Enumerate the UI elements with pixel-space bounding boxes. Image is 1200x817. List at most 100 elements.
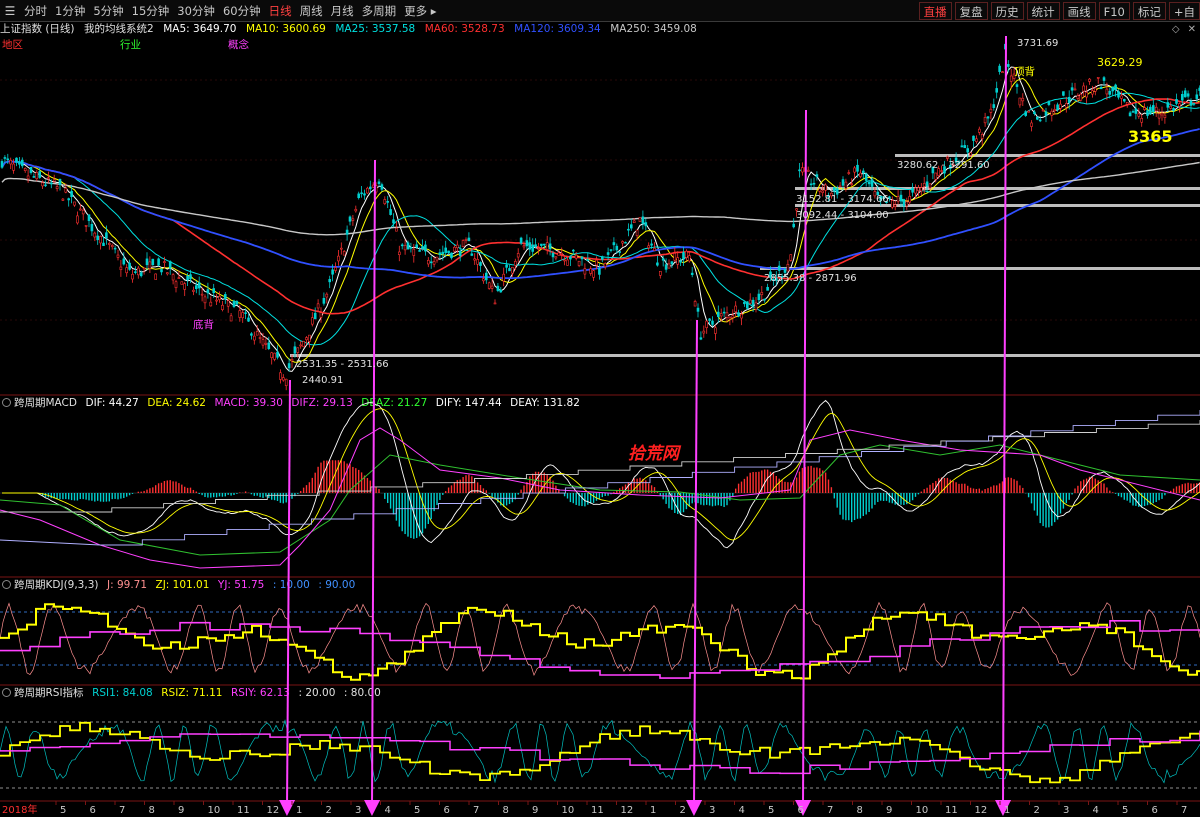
signal-arrow (364, 159, 381, 816)
candle-body (928, 183, 932, 189)
candle-body (389, 209, 392, 215)
candle-body (812, 182, 816, 185)
candle-body (110, 244, 114, 248)
settings-icon[interactable]: ◇ (1172, 24, 1180, 35)
close-icon[interactable]: ✕ (1188, 24, 1196, 35)
stats-button[interactable]: 统计 (1026, 2, 1060, 20)
candle-body (493, 302, 497, 305)
candle-body (99, 236, 102, 244)
kdj-title[interactable]: 跨周期KDJ(9,3,3) (14, 579, 98, 591)
candle-body (3, 157, 7, 159)
tab-5min[interactable]: 5分钟 (89, 2, 127, 20)
candle-body (128, 262, 131, 270)
macd-header: 跨周期MACD DIF: 44.27 DEA: 24.62 MACD: 39.3… (0, 396, 1000, 410)
candle-body (47, 177, 50, 180)
rsi-title[interactable]: 跨周期RSI指标 (14, 687, 84, 699)
candle-body (113, 247, 117, 250)
candle-body (284, 378, 288, 386)
candle-body (119, 266, 123, 271)
x-axis-month-label: 1 (650, 805, 656, 816)
candle-body (1140, 118, 1143, 123)
candle-body (983, 117, 987, 124)
candle-body (0, 161, 4, 168)
candle-body (26, 175, 30, 180)
gear-icon[interactable] (2, 580, 11, 589)
gear-icon[interactable] (2, 688, 11, 697)
candle-body (1114, 84, 1117, 91)
tab-multi-period[interactable]: 多周期 (358, 2, 401, 20)
candle-body (554, 256, 558, 259)
tab-fenshi[interactable]: 分时 (20, 2, 51, 20)
tag-region[interactable]: 地区 (2, 38, 23, 52)
index-name[interactable]: 上证指数 (日线) (0, 23, 75, 35)
tab-daily[interactable]: 日线 (265, 2, 296, 20)
candle-body (505, 264, 508, 268)
tag-industry[interactable]: 行业 (120, 38, 141, 52)
tag-concept[interactable]: 概念 (228, 38, 249, 52)
candle-body (429, 261, 433, 264)
candle-body (951, 164, 955, 166)
candle-body (885, 200, 888, 203)
x-axis-month-label: 10 (208, 805, 221, 816)
draw-line-button[interactable]: 画线 (1062, 2, 1096, 20)
candle-body (899, 194, 903, 202)
candle-body (366, 187, 369, 194)
ma120-value: MA120: 3609.34 (514, 23, 601, 35)
candle-body (342, 251, 346, 256)
tab-more[interactable]: 更多 ▸ (400, 2, 440, 20)
watermark: 拾荒网 (628, 444, 682, 464)
candle-body (116, 254, 120, 258)
candle-body (467, 237, 471, 242)
candle-body (470, 253, 474, 256)
candle-body (261, 339, 265, 346)
tab-weekly[interactable]: 周线 (296, 2, 327, 20)
mark-button[interactable]: 标记 (1132, 2, 1166, 20)
tab-15min[interactable]: 15分钟 (128, 2, 174, 20)
tab-monthly[interactable]: 月线 (327, 2, 358, 20)
candle-body (571, 249, 575, 252)
candle-body (827, 195, 830, 198)
candle-body (81, 209, 85, 215)
candle-body (6, 158, 10, 161)
macd-difz: DIFZ: 29.13 (291, 397, 353, 409)
candle-body (853, 167, 856, 173)
tab-60min[interactable]: 60分钟 (219, 2, 265, 20)
ma-system-name[interactable]: 我的均线系统2 (84, 23, 154, 35)
candle-body (664, 264, 668, 270)
candle-body (888, 196, 891, 199)
candle-body (528, 242, 532, 250)
rsi-rsiy: RSIY: 62.13 (230, 687, 290, 699)
f10-button[interactable]: F10 (1098, 2, 1130, 20)
gear-icon[interactable] (2, 398, 11, 407)
history-button[interactable]: 历史 (990, 2, 1024, 20)
tab-30min[interactable]: 30分钟 (173, 2, 219, 20)
macd-dify-line (0, 420, 1200, 513)
candle-body (1076, 95, 1080, 99)
candle-body (893, 204, 897, 207)
candle-body (716, 311, 720, 317)
tab-1min[interactable]: 1分钟 (51, 2, 89, 20)
candle-body (221, 304, 224, 310)
ma-legend: 上证指数 (日线) 我的均线系统2 MA5: 3649.70 MA10: 360… (0, 22, 1200, 37)
support-level-band (760, 267, 1200, 270)
replay-button[interactable]: 复盘 (954, 2, 988, 20)
menu-icon[interactable]: ☰ (0, 0, 20, 22)
candle-body (87, 214, 91, 221)
candle-body (830, 192, 833, 197)
candle-body (1082, 85, 1085, 92)
candle-body (745, 301, 749, 309)
live-button[interactable]: 直播 (918, 2, 952, 20)
candle-body (15, 157, 18, 163)
candle-body (1143, 107, 1146, 110)
candle-body (151, 258, 155, 266)
candle-body (226, 300, 230, 307)
candle-body (403, 245, 407, 251)
candle-body (641, 216, 645, 224)
candle-body (922, 183, 926, 187)
candle-body (76, 215, 79, 224)
candle-body (803, 167, 807, 172)
rsi-rsiy-line (0, 730, 1200, 775)
macd-title[interactable]: 跨周期MACD (14, 397, 77, 409)
add-watch-button[interactable]: +自 (1168, 2, 1200, 20)
support-level-band (795, 187, 1200, 190)
